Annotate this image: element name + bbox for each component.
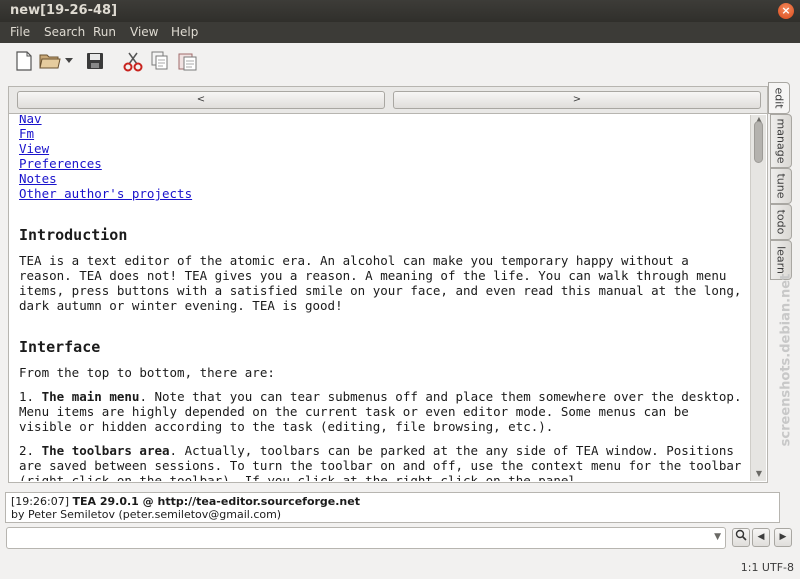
log-app: TEA 29.0.1 @ http://tea-editor.sourcefor… <box>72 495 360 508</box>
tab-todo-label: todo <box>774 209 788 235</box>
link-notes[interactable]: Notes <box>10 171 750 186</box>
list-item-main-menu: 1. The main menu. Note that you can tear… <box>10 389 750 434</box>
window-title: new[19-26-48] <box>10 3 118 18</box>
item-number: 2. <box>19 443 35 458</box>
tab-manage[interactable]: manage <box>770 114 792 168</box>
menu-bar: File Search Run View Help <box>0 22 800 43</box>
tab-todo[interactable]: todo <box>770 204 792 240</box>
command-input[interactable]: ▼ <box>6 527 726 549</box>
tab-tune[interactable]: tune <box>770 168 792 204</box>
interface-intro-paragraph: From the top to bottom, there are: <box>19 365 275 380</box>
watermark: screenshots.debian.net <box>775 274 797 447</box>
scroll-down-icon[interactable]: ▼ <box>751 469 767 481</box>
command-row: ▼ ◀ ▶ <box>0 526 800 552</box>
heading-interface: Interface <box>19 338 101 356</box>
log-panel: [19:26:07] TEA 29.0.1 @ http://tea-edito… <box>5 492 780 523</box>
side-tabs: edit manage tune todo learn <box>768 82 794 292</box>
find-prev-icon[interactable]: ◀ <box>752 528 770 547</box>
log-author: by Peter Semiletov (peter.semiletov@gmai… <box>11 508 282 521</box>
toolbar <box>0 43 800 77</box>
link-other-projects[interactable]: Other author's projects <box>10 186 750 201</box>
menu-search[interactable]: Search <box>44 25 85 39</box>
find-next-icon[interactable]: ▶ <box>774 528 792 547</box>
nav-bar: < > <box>8 86 768 114</box>
item-title-toolbars: The toolbars area <box>41 443 170 458</box>
find-icon[interactable] <box>732 528 750 547</box>
open-dropdown-icon[interactable] <box>62 49 76 73</box>
tab-edit[interactable]: edit <box>768 82 790 114</box>
link-nav[interactable]: Nav <box>10 115 750 126</box>
link-fm[interactable]: Fm <box>10 126 750 141</box>
copy-icon[interactable] <box>148 49 172 73</box>
scrollbar-thumb[interactable] <box>754 121 763 163</box>
menu-file[interactable]: File <box>10 25 30 39</box>
item-title-main-menu: The main menu <box>41 389 140 404</box>
title-bar: new[19-26-48] × <box>0 0 800 22</box>
paste-icon[interactable] <box>176 49 200 73</box>
tab-tune-label: tune <box>774 173 788 199</box>
menu-help[interactable]: Help <box>171 25 198 39</box>
item-number: 1. <box>19 389 35 404</box>
status-bar: 1:1 UTF-8 <box>0 558 800 579</box>
document-view[interactable]: Nav Fm View Preferences Notes Other auth… <box>10 115 750 481</box>
nav-prev-button[interactable]: < <box>17 91 385 109</box>
new-file-icon[interactable] <box>12 49 36 73</box>
intro-paragraph: TEA is a text editor of the atomic era. … <box>19 253 742 313</box>
heading-introduction: Introduction <box>19 226 128 244</box>
vertical-scrollbar[interactable]: ▲ ▼ <box>750 115 766 481</box>
save-icon[interactable] <box>83 49 107 73</box>
watermark-text: screenshots.debian.net <box>778 273 794 447</box>
tab-edit-label: edit <box>772 87 786 109</box>
tab-learn-label: learn <box>774 246 788 274</box>
cut-icon[interactable] <box>121 49 145 73</box>
menu-run[interactable]: Run <box>93 25 116 39</box>
link-preferences[interactable]: Preferences <box>10 156 750 171</box>
list-item-toolbars: 2. The toolbars area. Actually, toolbars… <box>10 443 750 481</box>
tab-manage-label: manage <box>774 118 788 164</box>
nav-next-button[interactable]: > <box>393 91 761 109</box>
menu-view[interactable]: View <box>130 25 158 39</box>
chevron-down-icon[interactable]: ▼ <box>714 532 721 542</box>
status-text: 1:1 UTF-8 <box>740 561 794 574</box>
link-view[interactable]: View <box>10 141 750 156</box>
close-icon[interactable]: × <box>778 3 794 19</box>
log-time: [19:26:07] <box>11 495 69 508</box>
open-file-icon[interactable] <box>38 49 62 73</box>
